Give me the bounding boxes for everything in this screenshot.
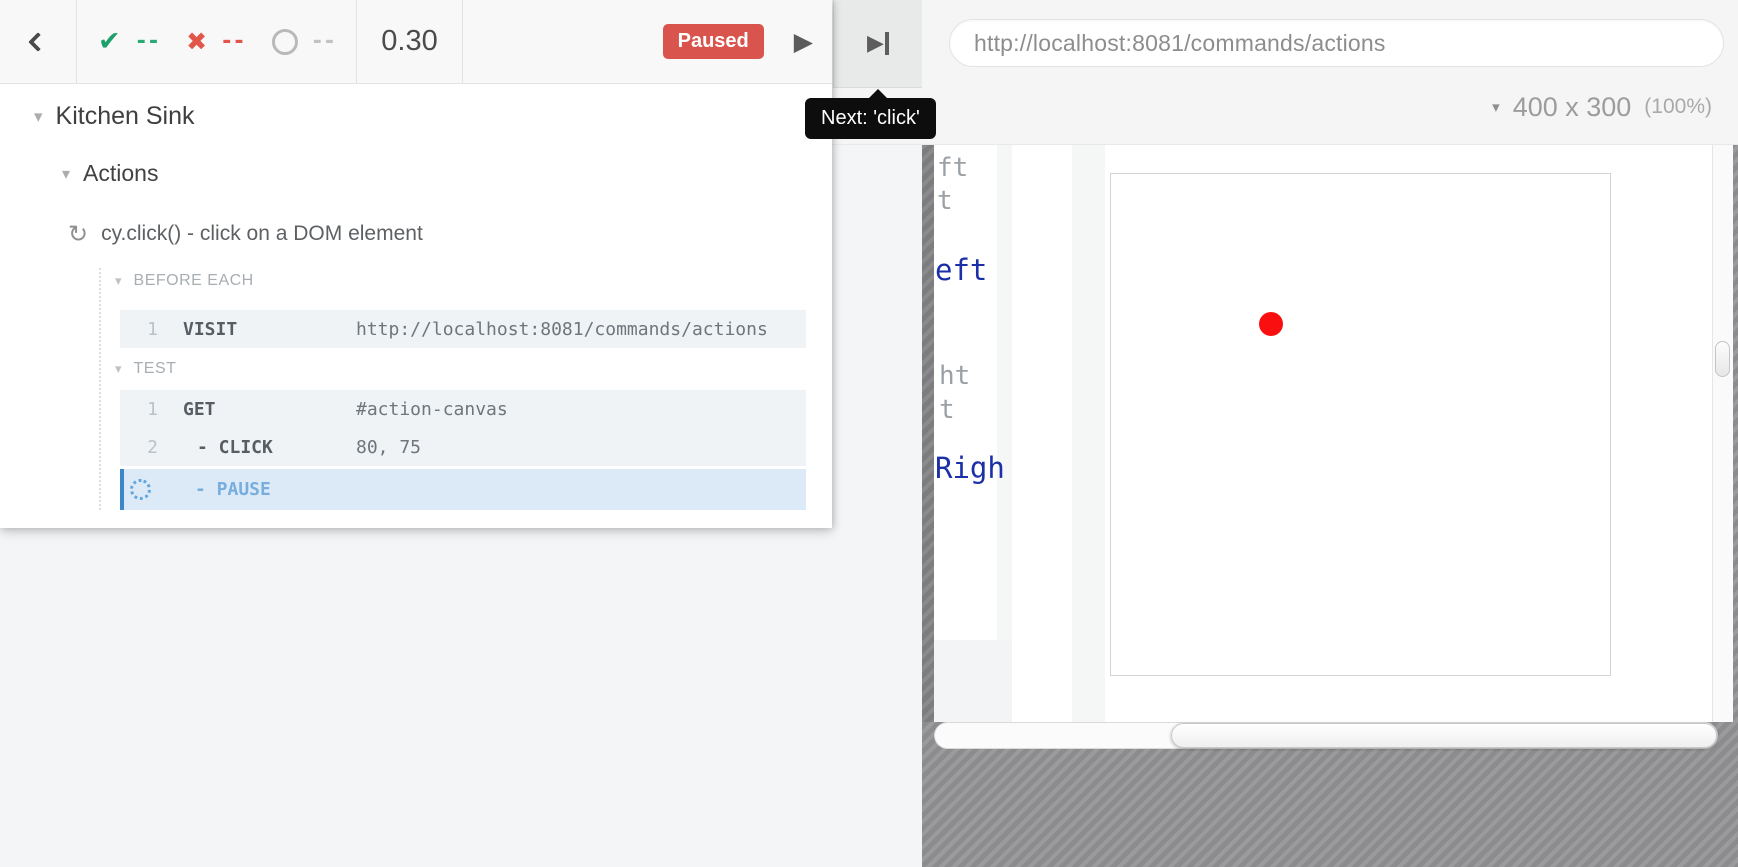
hook-before-each[interactable]: ▾ BEFORE EACH: [115, 272, 254, 290]
address-url: http://localhost:8081/commands/actions: [974, 30, 1386, 57]
horizontal-scrollbar[interactable]: [934, 722, 1718, 749]
restart-icon: ↻: [68, 220, 88, 248]
pending-icon: [272, 29, 298, 55]
clipped-text: t: [937, 186, 953, 216]
reporter-card: ✔ -- ✖ -- -- 0.30 Paused ▶ ▾ Kitchen Sin…: [0, 0, 832, 528]
horizontal-scrollbar-thumb[interactable]: [1171, 723, 1717, 748]
step-next-bar: [885, 32, 889, 55]
test-title: cy.click() - click on a DOM element: [101, 222, 423, 246]
clipped-text: ht: [939, 361, 970, 391]
clipped-text: ft: [937, 153, 968, 183]
next-step-tooltip: Next: 'click': [805, 98, 936, 139]
aut-header: http://localhost:8081/commands/actions ▾…: [832, 0, 1738, 145]
command-name: VISIT: [183, 319, 356, 340]
passed-icon: ✔: [98, 26, 121, 57]
command-value: #action-canvas: [356, 399, 508, 420]
caret-down-icon: ▾: [115, 362, 122, 377]
command-pause[interactable]: - PAUSE: [120, 469, 806, 510]
vertical-scrollbar-thumb[interactable]: [1715, 341, 1730, 377]
clipped-text: t: [939, 395, 955, 425]
command-name: GET: [183, 399, 356, 420]
passed-count: --: [135, 29, 160, 54]
viewport-menu[interactable]: ▾ 400 x 300 (100%): [1492, 88, 1712, 126]
back-button[interactable]: [0, 0, 77, 83]
failed-count: --: [220, 29, 245, 54]
action-canvas[interactable]: [1110, 173, 1611, 676]
suite-title: Kitchen Sink: [56, 102, 195, 131]
chevron-left-icon: [28, 32, 48, 52]
caret-down-icon: ▾: [115, 274, 122, 289]
command-click[interactable]: 2 - CLICK 80, 75: [120, 428, 806, 466]
page-block: [934, 640, 1012, 722]
command-number: 1: [120, 319, 158, 340]
test-stats: ✔ -- ✖ -- --: [77, 0, 357, 83]
suite-kitchen-sink[interactable]: ▾ Kitchen Sink: [34, 102, 195, 131]
command-log: ▾ Kitchen Sink ▾ Actions ↻ cy.click() - …: [0, 84, 832, 528]
run-timer: 0.30: [357, 0, 463, 83]
command-name: - CLICK: [183, 437, 356, 458]
test-row[interactable]: ↻ cy.click() - click on a DOM element: [68, 220, 423, 248]
hook-guide-line: [99, 268, 101, 510]
caret-down-icon: ▾: [62, 164, 70, 183]
reporter-toolbar: ✔ -- ✖ -- -- 0.30 Paused ▶: [0, 0, 832, 84]
command-visit[interactable]: 1 VISIT http://localhost:8081/commands/a…: [120, 310, 806, 348]
clipped-link: Righ: [935, 451, 1005, 485]
command-value: 80, 75: [356, 437, 421, 458]
hook-test[interactable]: ▾ TEST: [115, 360, 176, 378]
hook-label: BEFORE EACH: [134, 272, 254, 290]
command-number: 1: [120, 399, 158, 420]
failed-icon: ✖: [186, 27, 207, 56]
step-next-button[interactable]: ▶: [833, 0, 922, 88]
command-number: 2: [120, 437, 158, 458]
viewport-size: 400 x 300: [1513, 92, 1632, 123]
page-gutter: [997, 145, 1012, 722]
aut-backdrop: ft t eft ht t Righ: [922, 145, 1738, 867]
step-next-icon: ▶: [867, 33, 884, 55]
vertical-scrollbar[interactable]: [1712, 145, 1733, 722]
click-dot: [1259, 312, 1283, 336]
address-bar[interactable]: http://localhost:8081/commands/actions: [949, 19, 1724, 67]
command-name: - PAUSE: [195, 479, 271, 500]
viewport-zoom: (100%): [1644, 95, 1712, 119]
command-get[interactable]: 1 GET #action-canvas: [120, 390, 806, 428]
suite-title: Actions: [83, 160, 158, 187]
clipped-link: eft: [935, 253, 987, 287]
command-value: http://localhost:8081/commands/actions: [356, 319, 768, 340]
chevron-down-icon: ▾: [1492, 98, 1500, 116]
paused-badge: Paused: [663, 24, 764, 59]
caret-down-icon: ▾: [34, 107, 43, 127]
hook-label: TEST: [134, 360, 177, 378]
aut-iframe: ft t eft ht t Righ: [934, 145, 1733, 722]
tooltip-text: Next: 'click': [821, 107, 920, 129]
page-gutter: [1072, 145, 1105, 722]
spinner-icon: [127, 476, 154, 503]
resume-button[interactable]: ▶: [794, 29, 813, 54]
pending-count: --: [311, 29, 336, 54]
suite-actions[interactable]: ▾ Actions: [62, 160, 158, 187]
